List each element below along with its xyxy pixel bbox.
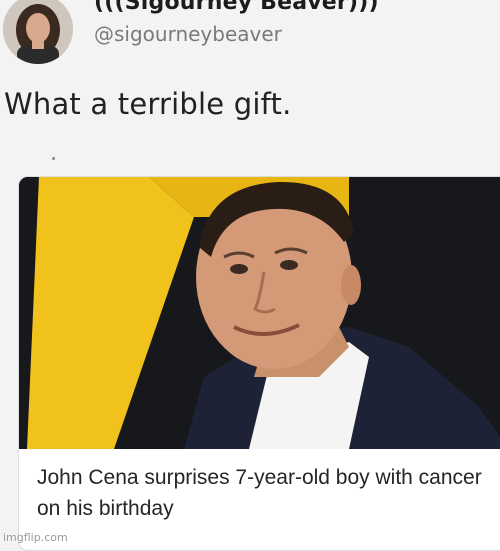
link-card[interactable]: John Cena surprises 7-year-old boy with …	[18, 176, 500, 551]
imgflip-watermark: imgflip.com	[3, 531, 68, 544]
author-display-name[interactable]: (((Sigourney Beaver)))	[94, 0, 379, 15]
card-headline[interactable]: John Cena surprises 7-year-old boy with …	[37, 462, 497, 524]
avatar-image	[3, 0, 73, 64]
author-handle[interactable]: @sigourneybeaver	[94, 22, 282, 46]
card-photo	[19, 177, 500, 449]
avatar[interactable]	[3, 0, 73, 64]
card-photo-image	[19, 177, 500, 449]
artifact-dot	[52, 157, 55, 160]
tweet: (((Sigourney Beaver))) @sigourneybeaver …	[0, 0, 500, 551]
tweet-text: What a terrible gift.	[4, 87, 292, 121]
